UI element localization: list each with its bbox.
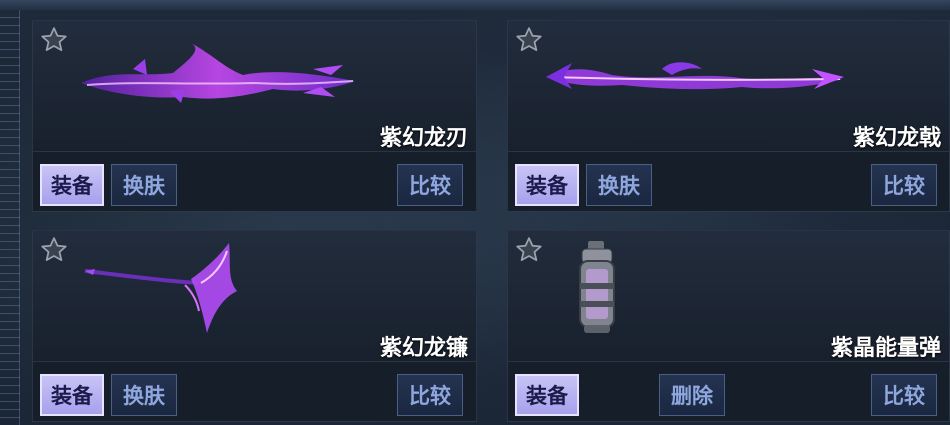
equip-button[interactable]: 装备 (40, 374, 104, 416)
item-name: 紫幻龙戟 (852, 126, 941, 151)
favorite-star-icon[interactable] (39, 235, 69, 265)
equip-button[interactable]: 装备 (515, 374, 579, 416)
compare-button[interactable]: 比较 (397, 374, 463, 416)
item-card-3[interactable]: 紫幻龙镰 装备 换肤 比较 (32, 230, 477, 422)
item-card-4[interactable]: 紫晶能量弹 装备 删除 比较 (507, 230, 950, 422)
purple-dragon-blade-icon (81, 43, 355, 103)
favorite-star-icon[interactable] (39, 25, 69, 55)
compare-button[interactable]: 比较 (397, 164, 463, 206)
favorite-star-icon[interactable] (514, 235, 544, 265)
item-name: 紫晶能量弹 (830, 336, 941, 361)
top-frame (0, 0, 950, 10)
purple-dragon-halberd-icon (546, 62, 844, 90)
skin-button[interactable]: 换肤 (111, 374, 177, 416)
favorite-star-icon[interactable] (514, 25, 544, 55)
equip-button[interactable]: 装备 (515, 164, 579, 206)
equip-button[interactable]: 装备 (40, 164, 104, 206)
compare-button[interactable]: 比较 (871, 374, 937, 416)
scroll-ruler[interactable] (0, 10, 20, 425)
amethyst-energy-grenade-icon (579, 241, 615, 333)
skin-button[interactable]: 换肤 (111, 164, 177, 206)
item-card-1[interactable]: 紫幻龙刃 装备 换肤 比较 (32, 20, 477, 212)
item-name: 紫幻龙刃 (379, 126, 468, 151)
purple-dragon-scythe-icon (84, 243, 237, 333)
delete-button[interactable]: 删除 (659, 374, 725, 416)
skin-button[interactable]: 换肤 (586, 164, 652, 206)
item-card-2[interactable]: 紫幻龙戟 装备 换肤 比较 (507, 20, 950, 212)
compare-button[interactable]: 比较 (871, 164, 937, 206)
item-name: 紫幻龙镰 (379, 336, 468, 361)
